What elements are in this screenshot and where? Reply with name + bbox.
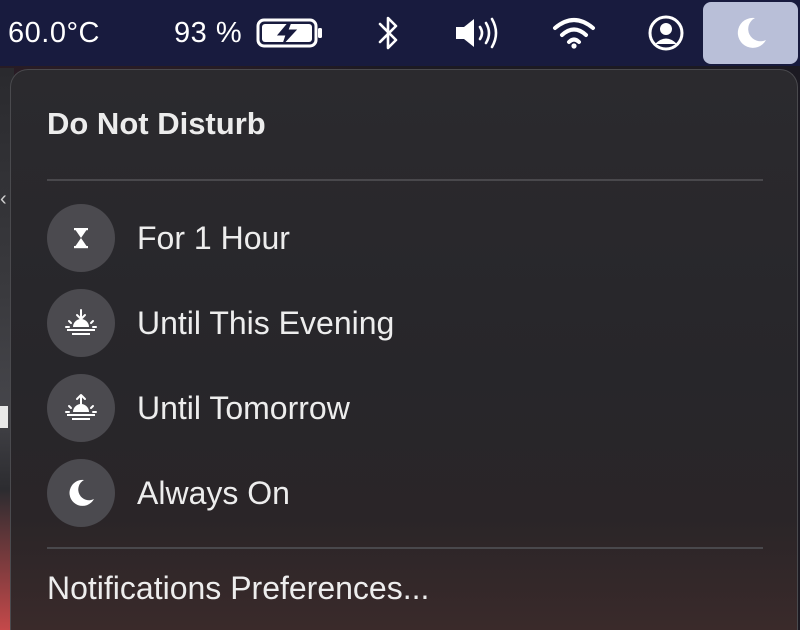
wifi-icon[interactable] bbox=[552, 0, 596, 66]
bluetooth-icon[interactable] bbox=[374, 0, 404, 66]
option-always-on[interactable]: Always On bbox=[47, 457, 747, 529]
option-label: Always On bbox=[137, 474, 290, 511]
volume-icon[interactable] bbox=[452, 0, 506, 66]
option-label: For 1 Hour bbox=[137, 219, 290, 256]
option-until-tomorrow[interactable]: Until Tomorrow bbox=[47, 372, 747, 444]
panel-title: Do Not Disturb bbox=[47, 106, 266, 141]
temperature-status[interactable]: 60.0°C bbox=[8, 0, 100, 66]
battery-percent-label: 93 % bbox=[174, 16, 243, 49]
sunset-icon bbox=[47, 289, 115, 357]
moon-icon bbox=[47, 459, 115, 527]
temperature-label: 60.0°C bbox=[8, 16, 100, 49]
option-for-1-hour[interactable]: For 1 Hour bbox=[47, 202, 747, 274]
divider bbox=[47, 179, 763, 181]
sunrise-icon bbox=[47, 374, 115, 442]
hourglass-icon bbox=[47, 204, 115, 272]
option-until-this-evening[interactable]: Until This Evening bbox=[47, 287, 747, 359]
chevron-left-icon: ‹ bbox=[0, 188, 7, 210]
notifications-preferences-link[interactable]: Notifications Preferences... bbox=[47, 570, 429, 607]
battery-percent-status[interactable]: 93 % bbox=[174, 0, 242, 66]
divider bbox=[47, 547, 763, 549]
do-not-disturb-panel: Do Not Disturb For 1 Hour Until This Eve… bbox=[10, 69, 798, 630]
option-label: Until This Evening bbox=[137, 304, 395, 341]
option-label: Until Tomorrow bbox=[137, 389, 350, 426]
battery-charging-icon[interactable] bbox=[256, 0, 326, 66]
moon-icon bbox=[737, 17, 766, 48]
user-account-icon[interactable] bbox=[646, 0, 686, 66]
do-not-disturb-menu-button[interactable] bbox=[703, 2, 798, 64]
menu-bar: 60.0°C 93 % bbox=[0, 0, 800, 66]
desktop-element bbox=[0, 406, 8, 428]
